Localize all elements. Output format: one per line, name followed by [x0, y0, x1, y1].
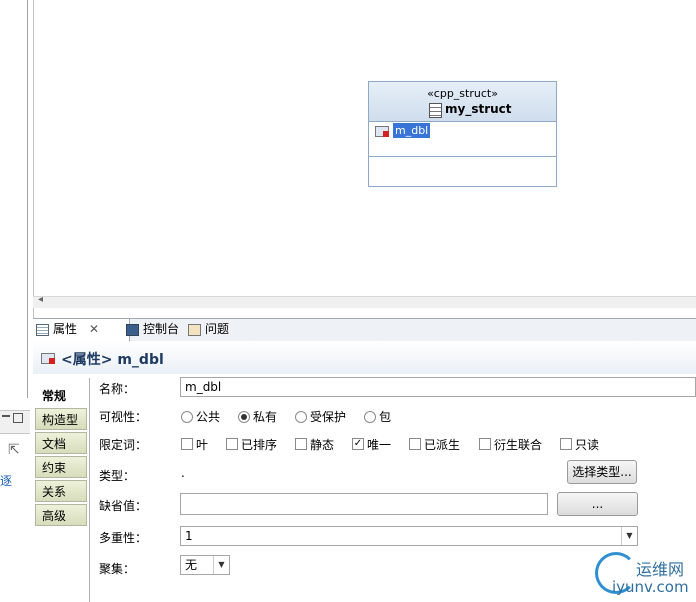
category-tab-constraints[interactable]: 约束 — [35, 456, 87, 478]
qualifier-readonly-checkbox[interactable] — [560, 438, 572, 450]
visibility-label: 可视性： — [99, 410, 148, 424]
struct-stereotype: «cpp_struct» — [427, 87, 498, 100]
maximize-icon[interactable] — [13, 413, 23, 423]
left-link[interactable]: 逐 — [0, 472, 12, 489]
aggregation-value: 无 — [185, 558, 198, 572]
left-view-strip — [0, 0, 30, 602]
category-tab-relationships[interactable]: 关系 — [35, 480, 87, 502]
qualifier-ordered-checkbox[interactable] — [226, 438, 238, 450]
diagram-canvas[interactable] — [33, 0, 696, 296]
qualifier-leaf-checkbox[interactable] — [181, 438, 193, 450]
minimize-icon[interactable] — [2, 415, 10, 417]
struct-shape[interactable]: «cpp_struct» my_struct m_dbl — [368, 81, 557, 187]
tab-console-label: 控制台 — [143, 322, 180, 336]
close-icon[interactable]: ✕ — [89, 319, 99, 340]
struct-name[interactable]: my_struct — [445, 102, 512, 116]
qualifier-leaf-label: 叶 — [196, 438, 209, 452]
aggregation-combo[interactable]: 无 ▼ — [180, 555, 230, 575]
qualifier-derived-label: 已派生 — [424, 438, 461, 452]
left-mini-toolbar — [0, 410, 30, 434]
multiplicity-value: 1 — [185, 529, 193, 543]
default-value-label: 缺省值： — [99, 499, 148, 513]
visibility-private-label: 私有 — [253, 410, 278, 424]
watermark-text-cn: 运维网 — [636, 560, 685, 579]
qualifier-derived-union-label: 衍生联合 — [494, 438, 543, 452]
struct-header: «cpp_struct» my_struct — [369, 82, 556, 122]
qualifier-static-label: 静态 — [310, 438, 335, 452]
visibility-public-radio[interactable] — [181, 411, 193, 423]
tab-properties[interactable]: 属性 ✕ — [33, 319, 130, 342]
category-tab-stereotypes[interactable]: 构造型 — [35, 408, 87, 430]
private-marker-icon — [383, 131, 389, 137]
property-category-tabs: 常规 构造型 文档 约束 关系 高级 — [33, 378, 90, 602]
visibility-protected-label: 受保护 — [310, 410, 347, 424]
console-icon — [126, 324, 139, 336]
watermark-text-en: iyunv.com — [612, 578, 689, 596]
name-label: 名称： — [99, 382, 136, 396]
category-tab-advanced[interactable]: 高级 — [35, 504, 87, 526]
category-tab-general[interactable]: 常规 — [35, 384, 87, 406]
type-value: . — [181, 466, 185, 480]
type-label: 类型： — [99, 469, 136, 483]
qualifier-unique-checkbox[interactable]: ✓ — [352, 438, 364, 450]
chevron-down-icon[interactable]: ▼ — [213, 556, 229, 574]
cursor-icon[interactable]: ⇱ — [8, 442, 20, 458]
tab-properties-label: 属性 — [53, 322, 78, 336]
private-marker-icon — [49, 358, 55, 364]
multiplicity-label: 多重性： — [99, 531, 148, 545]
visibility-protected-radio[interactable] — [295, 411, 307, 423]
visibility-public-label: 公共 — [196, 410, 221, 424]
view-tab-bar: 属性 ✕ 控制台 问题 — [33, 318, 696, 342]
qualifier-unique-label: 唯一 — [367, 438, 392, 452]
struct-compartment-divider — [369, 156, 556, 157]
multiplicity-combo[interactable]: 1 ▼ — [180, 526, 638, 546]
problems-icon — [188, 324, 201, 336]
qualifier-derived-union-checkbox[interactable] — [479, 438, 491, 450]
canvas-bottom-margin — [33, 308, 696, 318]
name-field[interactable]: m_dbl — [180, 377, 696, 397]
attribute-name[interactable]: m_dbl — [393, 123, 431, 138]
visibility-package-label: 包 — [379, 410, 392, 424]
qualifier-label: 限定词： — [99, 438, 148, 452]
properties-icon — [36, 324, 49, 336]
qualifier-ordered-label: 已排序 — [241, 438, 278, 452]
chevron-down-icon[interactable]: ▼ — [621, 527, 637, 545]
default-value-field[interactable] — [180, 493, 548, 515]
visibility-package-radio[interactable] — [364, 411, 376, 423]
tab-problems[interactable]: 问题 — [185, 319, 255, 341]
qualifier-readonly-label: 只读 — [575, 438, 600, 452]
select-type-button[interactable]: 选择类型... — [567, 460, 637, 484]
scroll-left-icon[interactable]: ◂ — [38, 294, 43, 305]
qualifier-static-checkbox[interactable] — [295, 438, 307, 450]
category-tab-documentation[interactable]: 文档 — [35, 432, 87, 454]
properties-title: <属性> m_dbl — [61, 352, 164, 368]
aggregation-label: 聚集： — [99, 562, 136, 576]
properties-title-bar: <属性> m_dbl — [33, 341, 696, 374]
tab-problems-label: 问题 — [205, 322, 230, 336]
qualifier-derived-checkbox[interactable] — [409, 438, 421, 450]
default-value-browse-button[interactable]: ... — [557, 492, 638, 516]
struct-icon — [429, 103, 442, 118]
visibility-private-radio[interactable] — [238, 411, 250, 423]
